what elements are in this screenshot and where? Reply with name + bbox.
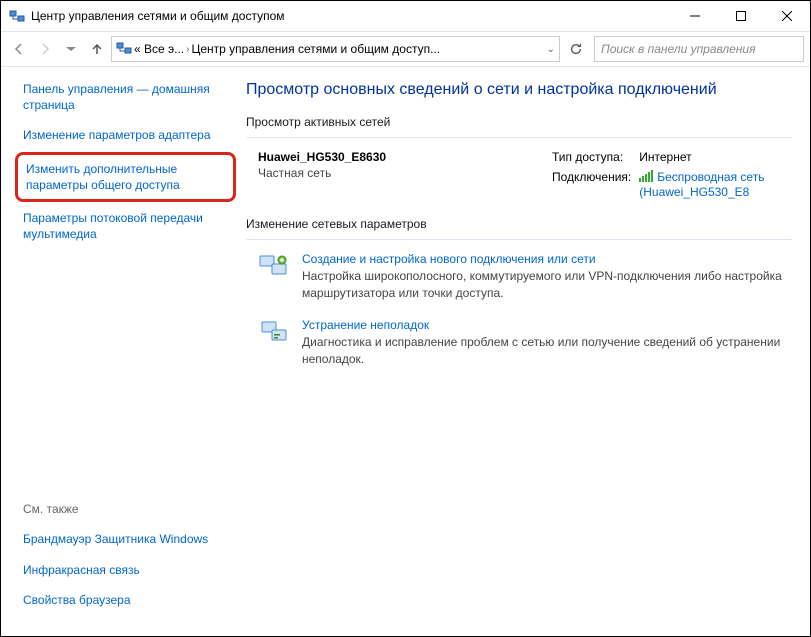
- troubleshoot-link[interactable]: Устранение неполадок: [302, 318, 792, 332]
- active-network-row: Huawei_HG530_E8630 Частная сеть Тип дост…: [246, 150, 792, 199]
- network-type: Частная сеть: [258, 166, 532, 180]
- address-bar: « Все э... › Центр управления сетями и о…: [1, 31, 810, 67]
- sidebar-link-adapter[interactable]: Изменение параметров адаптера: [23, 127, 228, 143]
- network-identity: Huawei_HG530_E8630 Частная сеть: [246, 150, 532, 199]
- maximize-button[interactable]: [718, 1, 764, 31]
- highlight-annotation: Изменить дополнительные параметры общего…: [15, 152, 236, 202]
- setup-connection-desc: Настройка широкополосного, коммутируемог…: [302, 268, 792, 302]
- active-networks-header: Просмотр активных сетей: [246, 115, 792, 129]
- back-button[interactable]: [7, 37, 31, 61]
- connections-label: Подключения:: [552, 170, 631, 184]
- chevron-right-icon: ›: [186, 44, 189, 55]
- setup-connection-link[interactable]: Создание и настройка нового подключения …: [302, 252, 792, 266]
- recent-button[interactable]: [59, 37, 83, 61]
- sidebar-link-infrared[interactable]: Инфракрасная связь: [23, 562, 228, 578]
- network-center-icon: [116, 40, 132, 59]
- network-center-icon: [9, 8, 25, 24]
- access-type-label: Тип доступа:: [552, 150, 631, 164]
- wifi-signal-icon: [639, 170, 653, 185]
- content-area: Панель управления — домашняя страница Из…: [1, 67, 810, 636]
- forward-button[interactable]: [33, 37, 57, 61]
- sidebar: Панель управления — домашняя страница Из…: [1, 67, 236, 636]
- main-panel: Просмотр основных сведений о сети и наст…: [236, 67, 810, 636]
- sidebar-link-firewall[interactable]: Брандмауэр Защитника Windows: [23, 531, 228, 547]
- divider: [246, 137, 792, 138]
- troubleshoot-icon: [258, 318, 290, 346]
- sidebar-link-sharing[interactable]: Изменить дополнительные параметры общего…: [26, 161, 225, 193]
- sidebar-link-browser[interactable]: Свойства браузера: [23, 592, 228, 608]
- window-title: Центр управления сетями и общим доступом: [31, 9, 672, 23]
- network-details: Тип доступа: Подключения: Интернет Беспр…: [552, 150, 792, 199]
- access-type-value: Интернет: [639, 150, 792, 164]
- minimize-button[interactable]: [672, 1, 718, 31]
- window: Центр управления сетями и общим доступом…: [0, 0, 811, 637]
- troubleshoot-desc: Диагностика и исправление проблем с сеть…: [302, 334, 792, 368]
- address-path[interactable]: « Все э... › Центр управления сетями и о…: [111, 36, 560, 62]
- network-name: Huawei_HG530_E8630: [258, 150, 532, 164]
- setup-connection-icon: [258, 252, 290, 280]
- setup-connection-action: Создание и настройка нового подключения …: [246, 252, 792, 302]
- page-title: Просмотр основных сведений о сети и наст…: [246, 81, 792, 99]
- refresh-button[interactable]: [564, 37, 588, 61]
- see-also-header: См. также: [23, 501, 228, 517]
- window-controls: [672, 1, 810, 31]
- sidebar-link-home[interactable]: Панель управления — домашняя страница: [23, 81, 228, 113]
- search-placeholder: Поиск в панели управления: [601, 42, 756, 56]
- troubleshoot-action: Устранение неполадок Диагностика и испра…: [246, 318, 792, 368]
- chevron-down-icon[interactable]: ⌄: [547, 44, 555, 55]
- sidebar-link-media[interactable]: Параметры потоковой передачи мультимедиа: [23, 210, 228, 242]
- close-button[interactable]: [764, 1, 810, 31]
- search-input[interactable]: Поиск в панели управления: [594, 36, 804, 62]
- connection-name: Беспроводная сеть (Huawei_HG530_E8: [639, 170, 764, 199]
- titlebar: Центр управления сетями и общим доступом: [1, 1, 810, 31]
- up-button[interactable]: [85, 37, 109, 61]
- breadcrumb-segment[interactable]: Центр управления сетями и общим доступ..…: [192, 42, 441, 56]
- connection-link[interactable]: Беспроводная сеть (Huawei_HG530_E8: [639, 170, 792, 199]
- breadcrumb-segment[interactable]: « Все э...: [134, 42, 184, 56]
- change-settings-header: Изменение сетевых параметров: [246, 217, 792, 231]
- divider: [246, 239, 792, 240]
